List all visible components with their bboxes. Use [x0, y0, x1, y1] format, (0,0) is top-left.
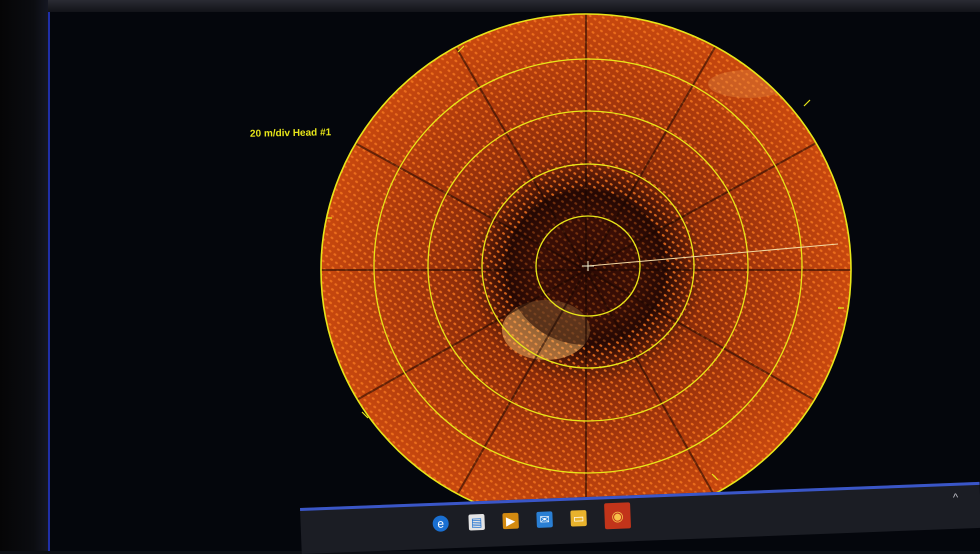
media-player-icon[interactable]: ▶ — [502, 512, 519, 530]
file-explorer-icon[interactable]: ▭ — [570, 510, 587, 527]
edge-icon[interactable]: e — [432, 515, 450, 532]
sonar-app-icon[interactable]: ◉ — [604, 502, 632, 530]
sonar-screen: 20 m/div Head #1 — [48, 12, 980, 551]
store-icon[interactable]: ▤ — [468, 513, 485, 531]
sonar-display[interactable] — [318, 12, 858, 532]
tray-overflow-chevron-icon[interactable]: ^ — [953, 492, 959, 504]
upper-right-return — [708, 70, 788, 98]
mail-icon[interactable]: ✉ — [536, 511, 553, 528]
monitor-bezel-left — [0, 0, 48, 551]
